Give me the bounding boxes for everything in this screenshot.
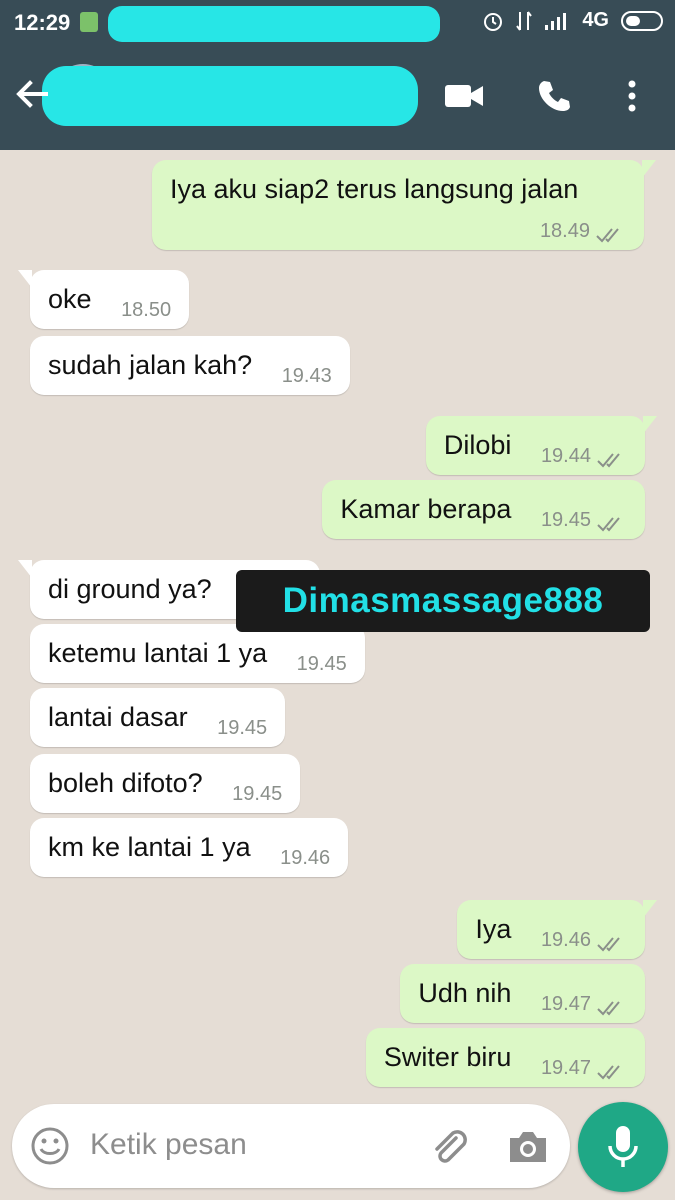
data-transfer-icon [516, 10, 533, 31]
message-time: 19.45 [296, 653, 347, 675]
message-text: oke [48, 284, 92, 314]
double-check-icon [597, 1065, 620, 1080]
double-check-icon [596, 228, 619, 243]
message-bubble[interactable]: oke 18.50 [17, 270, 190, 329]
status-time: 12:29 [14, 10, 71, 35]
phone-icon [539, 81, 570, 111]
message-composer[interactable]: Ketik pesan [12, 1104, 570, 1188]
message-time: 18.49 [540, 220, 626, 243]
message-text: lantai dasar [48, 702, 188, 732]
message-time: 19.45 [217, 717, 268, 739]
message-time: 19.44 [541, 445, 627, 468]
message-bubble[interactable]: Kamar berapa 19.45 [322, 480, 645, 539]
attach-icon[interactable] [426, 1124, 470, 1168]
redaction-mark [108, 6, 440, 42]
double-check-icon [597, 453, 620, 468]
camera-icon[interactable] [506, 1126, 550, 1166]
message-text: Switer biru [383, 1042, 512, 1072]
signal-icon [545, 12, 567, 30]
video-call-icon [445, 85, 483, 107]
chat-header [0, 46, 675, 150]
battery-icon [621, 10, 663, 31]
message-text: Iya [475, 914, 512, 944]
message-text: Dilobi [443, 430, 512, 460]
watermark-label: Dimasmassage888 [236, 570, 650, 632]
message-text: Udh nih [418, 978, 512, 1008]
message-text: sudah jalan kah? [48, 350, 253, 380]
message-bubble[interactable]: Iya 19.46 [457, 900, 657, 959]
message-text: Kamar berapa [340, 494, 512, 524]
mic-icon [608, 1126, 638, 1167]
back-arrow-icon[interactable] [12, 74, 52, 114]
message-text: di ground ya? [48, 574, 212, 604]
message-bubble[interactable]: lantai dasar 19.45 [30, 688, 286, 747]
contact-name-redaction[interactable] [42, 66, 418, 126]
message-bubble[interactable]: Switer biru 19.47 [365, 1028, 645, 1087]
message-bubble[interactable]: sudah jalan kah? 19.43 [30, 336, 350, 395]
message-time: 19.43 [281, 365, 332, 387]
message-text: km ke lantai 1 ya [48, 832, 251, 862]
double-check-icon [597, 1001, 620, 1016]
message-bubble[interactable]: Dilobi 19.44 [425, 416, 658, 475]
emoji-icon[interactable] [30, 1126, 70, 1166]
message-bubble[interactable]: boleh difoto? 19.45 [30, 754, 301, 813]
network-type: 4G [582, 9, 609, 31]
message-text: ketemu lantai 1 ya [48, 638, 268, 668]
message-time: 19.47 [541, 1057, 627, 1080]
message-bubble[interactable]: ketemu lantai 1 ya 19.45 [30, 624, 365, 683]
voice-call-button[interactable] [532, 74, 576, 118]
double-check-icon [597, 937, 620, 952]
message-time: 19.46 [280, 847, 331, 869]
status-bar: 12:29 4G [0, 0, 675, 46]
more-vert-icon [628, 80, 636, 112]
alarm-icon [484, 12, 503, 31]
message-text: Iya aku siap2 terus langsung jalan [170, 174, 579, 204]
message-time: 19.45 [232, 783, 283, 805]
message-time: 19.46 [541, 929, 627, 952]
message-bubble[interactable]: Udh nih 19.47 [400, 964, 645, 1023]
message-text: boleh difoto? [48, 768, 203, 798]
message-time: 19.45 [541, 509, 627, 532]
status-right: 4G [482, 9, 663, 32]
more-options-button[interactable] [610, 74, 654, 118]
message-input[interactable]: Ketik pesan [90, 1128, 247, 1162]
video-call-button[interactable] [442, 74, 486, 118]
double-check-icon [597, 517, 620, 532]
message-time: 19.47 [541, 993, 627, 1016]
mic-button[interactable] [578, 1102, 668, 1192]
notification-icon [80, 12, 98, 32]
message-bubble[interactable]: Iya aku siap2 terus langsung jalan 18.49 [152, 160, 656, 250]
message-time: 18.50 [121, 299, 172, 321]
message-bubble[interactable]: km ke lantai 1 ya 19.46 [30, 818, 349, 877]
